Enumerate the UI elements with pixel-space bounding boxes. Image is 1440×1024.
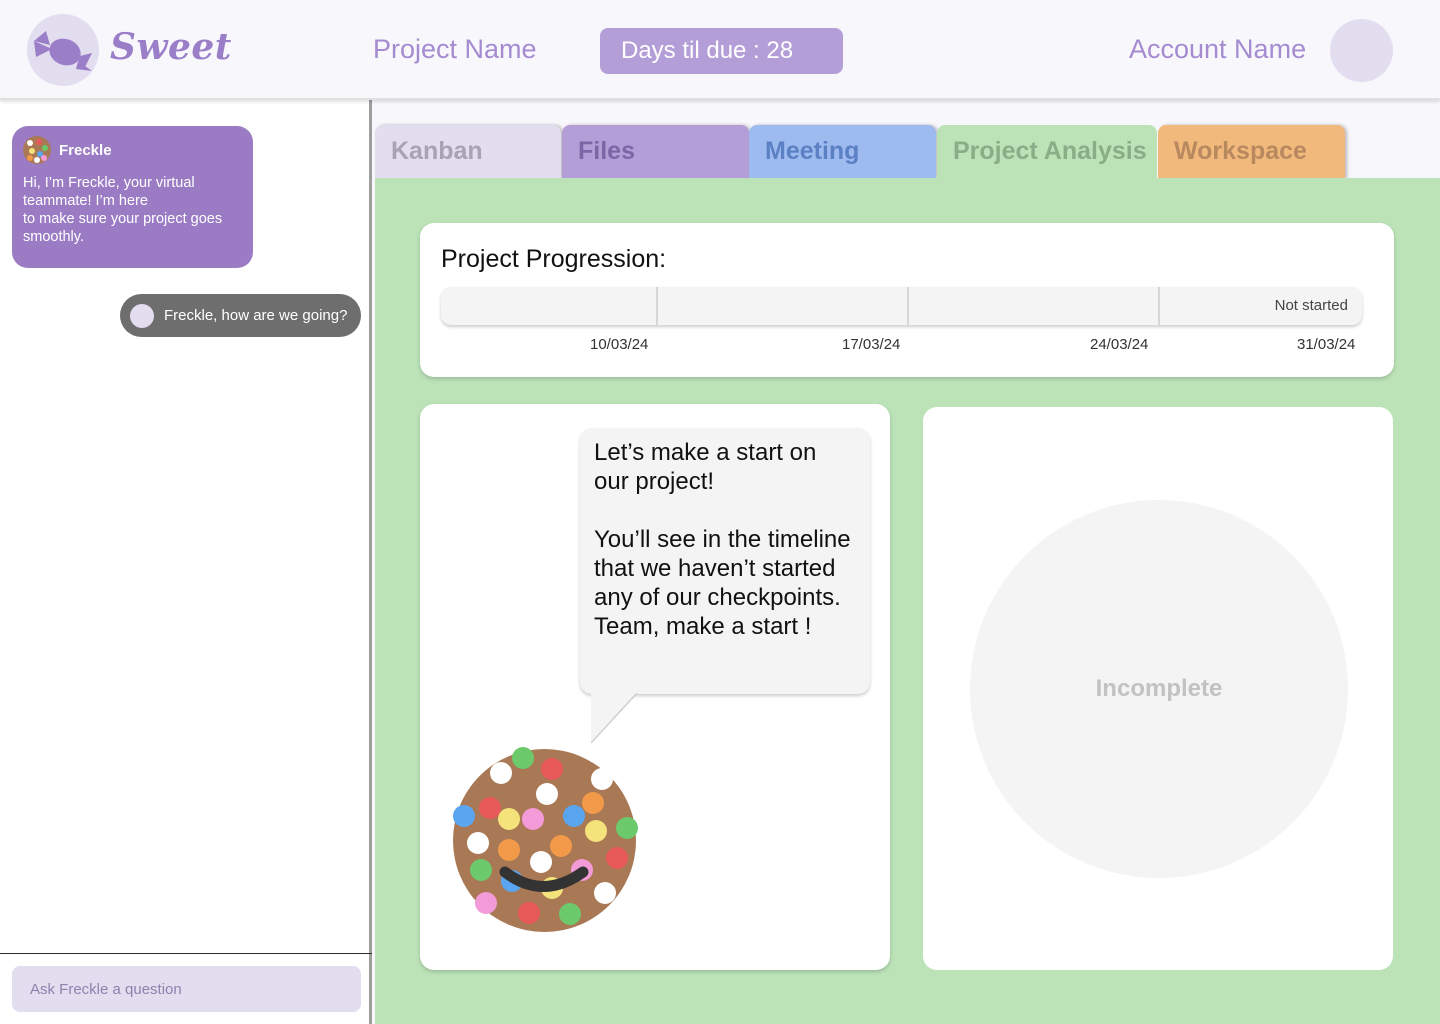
checkpoint-date: 10/03/24 (590, 336, 649, 353)
user-message-bubble: Freckle, how are we going? (120, 294, 361, 337)
user-message-text: Freckle, how are we going? (164, 307, 348, 324)
progression-status: Not started (1274, 297, 1348, 314)
account-name[interactable]: Account Name (1129, 34, 1306, 65)
tab-files[interactable]: Files (562, 125, 749, 179)
ask-freckle-input[interactable] (12, 966, 361, 1012)
progression-card: Project Progression: Not started 10/03/2… (420, 223, 1394, 377)
progression-timeline: Not started (441, 287, 1362, 325)
tab-project-analysis[interactable]: Project Analysis (937, 125, 1157, 179)
checkpoint-divider (907, 287, 909, 325)
freckle-cookie-icon (453, 747, 638, 932)
checkpoint-date: 31/03/24 (1297, 336, 1356, 353)
candy-icon (34, 31, 92, 71)
brand-name: Sweet (110, 26, 232, 68)
checkpoint-date: 17/03/24 (842, 336, 901, 353)
speech-bubble: Let’s make a start on our project! You’l… (580, 428, 870, 694)
bot-message-bubble: Freckle Hi, I’m Freckle, your virtual te… (12, 126, 253, 268)
assistant-card: Let’s make a start on our project! You’l… (420, 404, 890, 970)
account-avatar[interactable] (1330, 19, 1393, 82)
logo[interactable] (27, 14, 99, 86)
days-due-badge: Days til due : 28 (600, 28, 843, 74)
pie-label: Incomplete (1095, 675, 1223, 702)
progression-title: Project Progression: (441, 245, 667, 273)
sidebar-divider (0, 953, 372, 954)
checkpoint-divider (656, 287, 658, 325)
project-analysis-panel: Project Progression: Not started 10/03/2… (375, 178, 1440, 1024)
speech-tail (591, 693, 638, 744)
top-header: Sweet Project Name Days til due : 28 Acc… (0, 0, 1440, 100)
checkpoint-date: 24/03/24 (1090, 336, 1149, 353)
project-name[interactable]: Project Name (373, 34, 537, 65)
checkpoint-divider (1158, 287, 1160, 325)
cookie-smile (499, 866, 589, 892)
tab-workspace[interactable]: Workspace (1158, 125, 1345, 179)
bot-message-text: Hi, I’m Freckle, your virtual teammate! … (23, 175, 223, 245)
completion-chart-card: Incomplete (923, 407, 1393, 970)
chat-sidebar: Freckle Hi, I’m Freckle, your virtual te… (0, 100, 372, 1024)
tab-kanban[interactable]: Kanban (375, 125, 561, 179)
bot-header: Freckle (23, 136, 242, 164)
tab-bar: Kanban Files Meeting Project Analysis Wo… (375, 100, 1440, 180)
user-avatar (130, 303, 154, 328)
tab-meeting[interactable]: Meeting (749, 125, 936, 179)
freckle-avatar-icon (23, 136, 51, 164)
bot-name: Freckle (59, 141, 112, 159)
completion-pie: Incomplete (970, 500, 1348, 878)
